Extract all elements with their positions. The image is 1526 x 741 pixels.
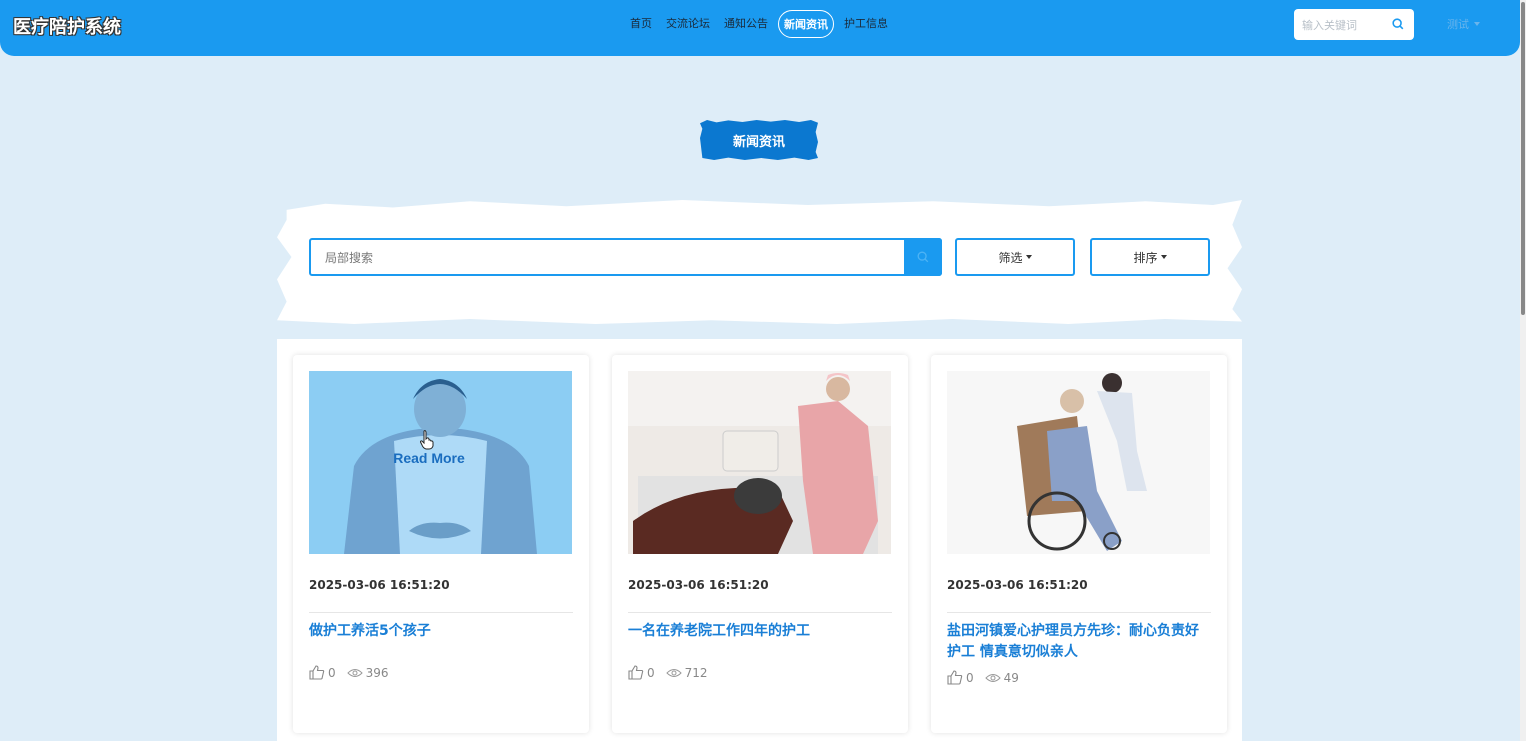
like-stat[interactable]: 0 [947, 670, 974, 685]
nav-home[interactable]: 首页 [623, 10, 659, 38]
sort-label: 排序 [1133, 250, 1158, 265]
view-stat: 396 [346, 665, 389, 680]
search-icon [917, 251, 929, 263]
user-name: 测试 [1447, 18, 1469, 31]
thumbs-up-icon [309, 665, 325, 680]
news-title[interactable]: 一名在养老院工作四年的护工 [628, 621, 892, 642]
like-count: 0 [328, 665, 336, 680]
thumbs-up-icon [947, 670, 963, 685]
view-count: 49 [1003, 670, 1019, 685]
header-search [1294, 9, 1414, 40]
hand-cursor-icon [420, 430, 434, 450]
like-count: 0 [966, 670, 974, 685]
wheelchair-photo [947, 371, 1210, 554]
view-count: 712 [684, 665, 708, 680]
news-title[interactable]: 做护工养活5个孩子 [309, 621, 573, 642]
read-more-overlay[interactable]: Read More [309, 450, 550, 466]
news-date: 2025-03-06 16:51:20 [309, 578, 450, 592]
nav-notice[interactable]: 通知公告 [717, 10, 775, 38]
nursing-home-photo [628, 371, 891, 554]
like-stat[interactable]: 0 [309, 665, 336, 680]
filter-dropdown[interactable]: 筛选 [955, 238, 1075, 276]
view-count: 396 [365, 665, 389, 680]
divider [628, 612, 892, 613]
header-search-input[interactable] [1302, 16, 1384, 34]
local-search-box [309, 238, 942, 276]
news-title[interactable]: 盐田河镇爱心护理员方先珍：耐心负责好护工 情真意切似亲人 [947, 621, 1211, 663]
local-search-input[interactable] [325, 249, 885, 267]
news-card[interactable]: Read More 2025-03-06 16:51:20 做护工养活5个孩子 … [293, 355, 589, 733]
nav-forum[interactable]: 交流论坛 [659, 10, 717, 38]
local-search-button[interactable] [904, 238, 942, 276]
divider [947, 612, 1211, 613]
divider [309, 612, 573, 613]
search-icon[interactable] [1391, 17, 1405, 31]
news-date: 2025-03-06 16:51:20 [628, 578, 769, 592]
filter-label: 筛选 [998, 250, 1023, 265]
page-scrollbar[interactable] [1520, 0, 1526, 741]
news-thumbnail[interactable]: Read More [309, 371, 572, 554]
news-thumbnail[interactable] [947, 371, 1210, 554]
nav-caregiver[interactable]: 护工信息 [837, 10, 895, 38]
eye-icon [346, 668, 363, 677]
news-card[interactable]: 2025-03-06 16:51:20 一名在养老院工作四年的护工 0 712 [612, 355, 908, 733]
news-card[interactable]: 2025-03-06 16:51:20 盐田河镇爱心护理员方先珍：耐心负责好护工… [931, 355, 1227, 733]
like-count: 0 [647, 665, 655, 680]
thumbs-up-icon [628, 665, 644, 680]
sort-dropdown[interactable]: 排序 [1090, 238, 1210, 276]
site-logo[interactable]: 医疗陪护系统 [13, 13, 121, 39]
nav-news[interactable]: 新闻资讯 [778, 10, 834, 38]
scroll-thumb[interactable] [1521, 2, 1525, 315]
view-stat: 49 [984, 670, 1019, 685]
user-menu[interactable]: 测试 [1447, 16, 1480, 32]
eye-icon [665, 668, 682, 677]
chevron-down-icon [1474, 22, 1480, 26]
top-header: 医疗陪护系统 首页 交流论坛 通知公告 新闻资讯 护工信息 测试 [0, 0, 1520, 56]
chevron-down-icon [1160, 255, 1167, 259]
news-date: 2025-03-06 16:51:20 [947, 578, 1088, 592]
news-thumbnail[interactable] [628, 371, 891, 554]
news-stats: 0 396 [309, 665, 400, 680]
chevron-down-icon [1025, 255, 1032, 259]
news-stats: 0 49 [947, 670, 1030, 685]
view-stat: 712 [665, 665, 708, 680]
main-nav: 首页 交流论坛 通知公告 新闻资讯 护工信息 [623, 10, 895, 38]
section-title: 新闻资讯 [700, 120, 818, 160]
like-stat[interactable]: 0 [628, 665, 655, 680]
eye-icon [984, 673, 1001, 682]
news-stats: 0 712 [628, 665, 719, 680]
